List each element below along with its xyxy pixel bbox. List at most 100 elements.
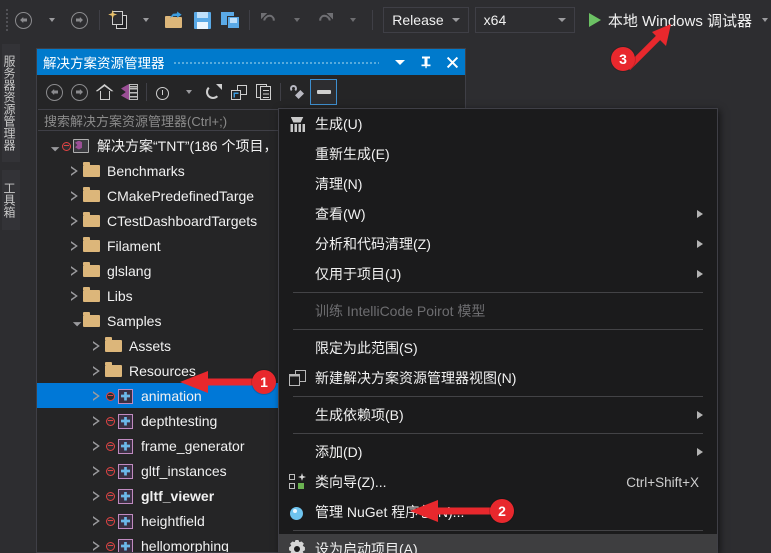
se-back-button[interactable]: [42, 80, 67, 104]
expander-closed-icon[interactable]: [89, 364, 102, 377]
menu-item[interactable]: 分析和代码清理(Z): [279, 229, 717, 259]
new-item-dropdown[interactable]: [132, 6, 160, 34]
expander-closed-icon[interactable]: [67, 164, 80, 177]
expander-closed-icon[interactable]: [89, 414, 102, 427]
solution-explorer-titlebar[interactable]: 解决方案资源管理器: [37, 49, 465, 75]
tree-item-label: glslang: [107, 262, 152, 279]
se-preview-selected-items-button[interactable]: [310, 79, 337, 105]
new-item-button[interactable]: [104, 6, 132, 34]
redo-dropdown[interactable]: [339, 6, 367, 34]
menu-item-icon-slot: [279, 139, 315, 169]
menu-item[interactable]: 限定为此范围(S): [279, 333, 717, 363]
menu-item[interactable]: 重新生成(E): [279, 139, 717, 169]
menu-item[interactable]: 新建解决方案资源管理器视图(N): [279, 363, 717, 393]
menu-item-label: 清理(N): [315, 176, 363, 192]
save-button[interactable]: [188, 6, 216, 34]
expander-closed-icon[interactable]: [89, 539, 102, 552]
tree-item-label: frame_generator: [141, 437, 245, 454]
tree-item-label: gltf_viewer: [141, 487, 215, 504]
open-file-button[interactable]: [160, 6, 188, 34]
toolbar-separator: [98, 10, 100, 30]
undo-dropdown[interactable]: [283, 6, 311, 34]
chevron-down-icon: [349, 18, 356, 22]
menu-item[interactable]: 生成(U): [279, 109, 717, 139]
window-menu-button[interactable]: [387, 49, 413, 75]
expander-closed-icon[interactable]: [89, 389, 102, 402]
start-debug-button[interactable]: 本地 Windows 调试器: [588, 10, 771, 31]
project-icon: [106, 537, 136, 552]
se-pending-changes-dropdown[interactable]: [176, 80, 201, 104]
menu-item-icon-slot: [279, 333, 315, 363]
expander-closed-icon[interactable]: [67, 239, 80, 252]
navigate-backward-button[interactable]: [10, 6, 38, 34]
submenu-arrow-icon: [697, 448, 703, 456]
annotation-badge-3: 3: [611, 47, 635, 71]
menu-item-label: 新建解决方案资源管理器视图(N): [315, 370, 517, 386]
se-refresh-button[interactable]: [201, 80, 226, 104]
solution-configuration-value: Release: [392, 12, 444, 28]
expander-closed-icon[interactable]: [67, 289, 80, 302]
solution-configuration-combobox[interactable]: Release: [383, 7, 469, 33]
save-all-icon: [220, 11, 240, 29]
close-window-button[interactable]: [439, 49, 465, 75]
project-context-menu: 生成(U) 重新生成(E) 清理(N) 查看(W) 分析和代码清理(Z) 仅用于项目(J)…: [278, 108, 718, 553]
se-toolbar-separator: [280, 83, 281, 101]
chevron-down-icon: [143, 18, 150, 22]
se-forward-button[interactable]: [67, 80, 92, 104]
menu-item-label: 生成依赖项(B): [315, 407, 404, 423]
folder-icon: [82, 211, 102, 230]
tree-item-label: Benchmarks: [107, 162, 185, 179]
expander-closed-icon[interactable]: [67, 264, 80, 277]
se-sync-active-document-button[interactable]: [117, 80, 142, 104]
expander-closed-icon[interactable]: [89, 489, 102, 502]
chevron-down-icon[interactable]: [762, 18, 768, 22]
expander-closed-icon[interactable]: [67, 189, 80, 202]
expander-closed-icon[interactable]: [89, 439, 102, 452]
tree-item-label: Assets: [129, 337, 172, 354]
se-home-button[interactable]: [92, 80, 117, 104]
tree-item-label: CMakePredefinedTarge: [107, 187, 255, 204]
navigate-forward-button[interactable]: [66, 6, 94, 34]
se-show-all-files-button[interactable]: [251, 80, 276, 104]
chevron-down-icon: [185, 90, 192, 94]
vertical-tab-server-explorer[interactable]: 服务器资源管理器: [2, 44, 20, 162]
chevron-down-icon: [395, 59, 405, 65]
navigate-backward-dropdown[interactable]: [38, 6, 66, 34]
project-unloaded-badge-icon: [106, 491, 115, 501]
menu-item[interactable]: 设为启动项目(A): [279, 534, 717, 553]
annotation-badge-number: 3: [619, 51, 627, 67]
play-icon: [588, 13, 601, 27]
undo-button[interactable]: [255, 6, 283, 34]
menu-item[interactable]: 生成依赖项(B): [279, 400, 717, 430]
menu-item[interactable]: 查看(W): [279, 199, 717, 229]
folder-icon: [82, 236, 102, 255]
project-icon: [106, 512, 136, 530]
toolbar-separator: [371, 10, 373, 30]
vertical-tab-label: 服务器资源管理器: [2, 55, 16, 151]
save-all-button[interactable]: [216, 6, 244, 34]
solution-platform-combobox[interactable]: x64: [474, 7, 575, 33]
expander-closed-icon[interactable]: [67, 214, 80, 227]
project-icon: [106, 437, 136, 455]
expander-closed-icon[interactable]: [89, 514, 102, 527]
toolbar-separator: [249, 10, 250, 30]
close-icon: [446, 56, 458, 68]
pin-window-button[interactable]: [413, 49, 439, 75]
left-dock-strip: 服务器资源管理器 工具箱: [0, 40, 22, 553]
menu-item[interactable]: 清理(N): [279, 169, 717, 199]
expander-open-icon[interactable]: [67, 313, 82, 327]
menu-item[interactable]: 仅用于项目(J): [279, 259, 717, 289]
menu-item[interactable]: 添加(D): [279, 437, 717, 467]
expander-closed-icon[interactable]: [89, 464, 102, 477]
solution-icon: [62, 137, 92, 155]
menu-item-label: 查看(W): [315, 206, 366, 222]
menu-item[interactable]: 类向导(Z)... Ctrl+Shift+X: [279, 467, 717, 497]
vertical-tab-toolbox[interactable]: 工具箱: [2, 170, 20, 230]
se-pending-changes-button[interactable]: [151, 80, 176, 104]
expander-open-icon[interactable]: [45, 138, 60, 152]
toolbar-grip[interactable]: [4, 7, 10, 33]
expander-closed-icon[interactable]: [89, 339, 102, 352]
se-collapse-all-button[interactable]: [226, 80, 251, 104]
redo-button[interactable]: [311, 6, 339, 34]
se-properties-button[interactable]: [285, 80, 310, 104]
